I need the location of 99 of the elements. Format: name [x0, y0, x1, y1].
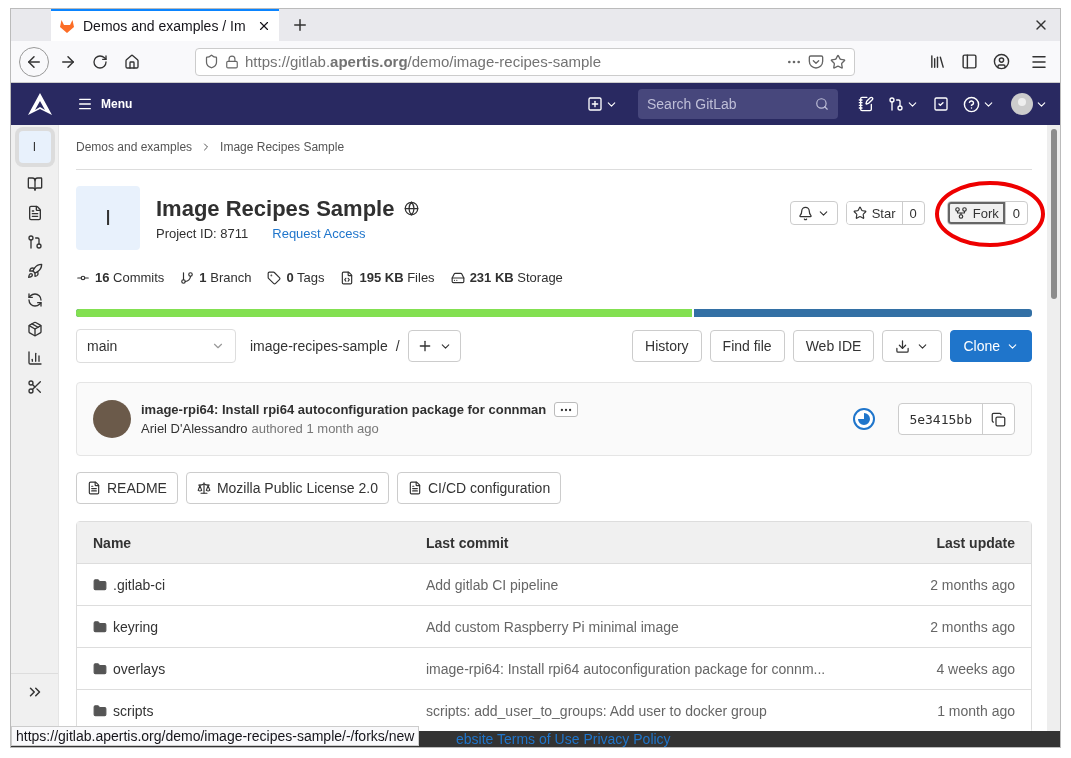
file-icon — [340, 270, 355, 285]
branch-icon — [180, 270, 195, 285]
path-link[interactable]: image-recipes-sample — [250, 338, 388, 354]
add-dropdown[interactable] — [407, 330, 461, 362]
issues-icon[interactable] — [858, 96, 874, 112]
column-header: Name — [93, 534, 133, 551]
stat-link[interactable]: 16 Commits — [76, 270, 165, 285]
issues-icon[interactable] — [26, 205, 43, 221]
commit-meta: authored 1 month ago — [251, 421, 379, 436]
star-button[interactable]: Star — [846, 202, 903, 224]
doc-button[interactable]: Mozilla Public License 2.0 — [185, 472, 389, 504]
lock-icon — [225, 54, 239, 69]
folder-icon — [93, 703, 107, 718]
scale-icon — [196, 481, 211, 495]
search-icon — [815, 97, 829, 111]
doc-button[interactable]: README — [76, 472, 178, 504]
document-icon — [87, 481, 101, 495]
snippets-icon[interactable] — [26, 379, 43, 395]
folder-icon — [93, 619, 107, 634]
stat-link[interactable]: 231 KB Storage — [450, 270, 563, 285]
browser-tab[interactable]: Demos and examples / Im — [51, 9, 279, 41]
folder-icon — [93, 661, 107, 676]
toolbar-button[interactable]: Find file — [709, 330, 785, 362]
column-header: Last commit — [426, 534, 510, 551]
breadcrumb-link[interactable]: Demos and examples — [76, 140, 193, 154]
commit-link[interactable]: image-rpi64: Install rpi64 autoconfiguration package for connm... — [426, 660, 835, 677]
document-icon — [408, 481, 422, 495]
scrollbar-thumb[interactable] — [1050, 129, 1057, 299]
breadcrumb-link[interactable]: Image Recipes Sample — [220, 140, 345, 154]
commit-link[interactable]: Add gitlab CI pipeline — [426, 576, 835, 593]
author-link[interactable]: Ariel D'Alessandro — [141, 421, 248, 436]
download-icon — [895, 338, 911, 354]
help-icon — [963, 95, 980, 113]
close-tab-icon[interactable] — [257, 19, 271, 33]
shield-icon — [204, 54, 219, 69]
stat-link[interactable]: 195 KB Files — [340, 270, 435, 285]
help-dropdown[interactable] — [963, 95, 995, 113]
merge-requests-icon[interactable] — [26, 234, 43, 250]
project-avatar: I — [76, 186, 140, 250]
tag-icon — [267, 270, 282, 285]
folder-link[interactable]: scripts — [93, 702, 426, 719]
package-icon[interactable] — [26, 321, 43, 337]
new-dropdown[interactable] — [587, 96, 618, 112]
folder-link[interactable]: .gitlab-ci — [93, 576, 426, 593]
download-dropdown[interactable] — [882, 330, 943, 362]
stat-link[interactable]: 0 Tags — [267, 270, 325, 285]
pipeline-status-icon[interactable] — [852, 407, 877, 431]
analytics-icon[interactable] — [26, 350, 43, 366]
update-time: 2 months ago — [929, 618, 1015, 635]
fox-logo-icon — [59, 18, 75, 34]
fork-button[interactable]: Fork — [947, 202, 1006, 224]
fork-icon — [953, 206, 968, 220]
deployments-icon[interactable] — [26, 292, 43, 308]
menu-button[interactable]: Menu — [77, 96, 133, 112]
menu-icon — [77, 96, 93, 112]
project-title: Image Recipes Sample — [156, 195, 395, 222]
fork-count: 0 — [1011, 204, 1021, 223]
toolbar-button[interactable]: Web IDE — [792, 330, 875, 362]
star-icon — [852, 206, 867, 220]
todo-icon[interactable] — [933, 96, 949, 112]
clone-button[interactable]: Clone — [950, 330, 1032, 362]
folder-icon — [93, 577, 107, 592]
stat-link[interactable]: 1 Branch — [180, 270, 252, 285]
search-field[interactable]: Search GitLab — [638, 89, 838, 119]
toolbar-button[interactable]: History — [632, 330, 702, 362]
request-access-link[interactable]: Request Access — [272, 225, 366, 241]
status-url: https://gitlab.apertis.org/demo/image-recipes-sample/-/forks/new — [11, 726, 420, 746]
update-time: 2 months ago — [929, 576, 1015, 593]
avatar-icon — [1011, 93, 1033, 115]
commit-link[interactable]: Add custom Raspberry Pi minimal image — [426, 618, 835, 635]
plus-icon — [587, 96, 603, 112]
branch-dropdown[interactable]: main — [76, 329, 236, 363]
update-time: 4 weeks ago — [935, 660, 1015, 677]
copy-icon — [991, 411, 1006, 427]
bookmark-star-icon[interactable] — [830, 53, 846, 70]
rocket-icon[interactable] — [26, 263, 43, 279]
folder-link[interactable]: overlays — [93, 660, 426, 677]
storage-icon — [450, 270, 465, 285]
globe-icon — [404, 201, 420, 216]
user-dropdown[interactable] — [1011, 93, 1048, 115]
avatar-placeholder — [93, 400, 131, 438]
path-separator: / — [395, 338, 400, 354]
commit-title[interactable]: image-rpi64: Install rpi64 autoconfiguration package for connman — [141, 402, 547, 417]
notification-dropdown[interactable] — [789, 201, 838, 225]
folder-link[interactable]: keyring — [93, 618, 426, 635]
project-id: Project ID: 8711 — [156, 225, 249, 241]
bell-icon — [797, 205, 813, 221]
more-button[interactable] — [554, 402, 579, 417]
merge-request-icon — [888, 96, 904, 112]
repository-icon[interactable] — [26, 176, 43, 192]
update-time: 1 month ago — [936, 702, 1015, 719]
merge-requests-dropdown[interactable] — [888, 96, 919, 112]
star-count: 0 — [908, 204, 918, 223]
column-header: Last update — [935, 534, 1015, 551]
logo-icon — [27, 92, 53, 116]
commit-link[interactable]: scripts: add_user_to_groups: Add user to docker group — [426, 702, 835, 719]
pocket-icon[interactable] — [808, 53, 824, 70]
doc-button[interactable]: CI/CD configuration — [397, 472, 562, 504]
url-field[interactable]: https://gitlab.apertis.org/demo/image-recipes-sample — [195, 47, 855, 76]
